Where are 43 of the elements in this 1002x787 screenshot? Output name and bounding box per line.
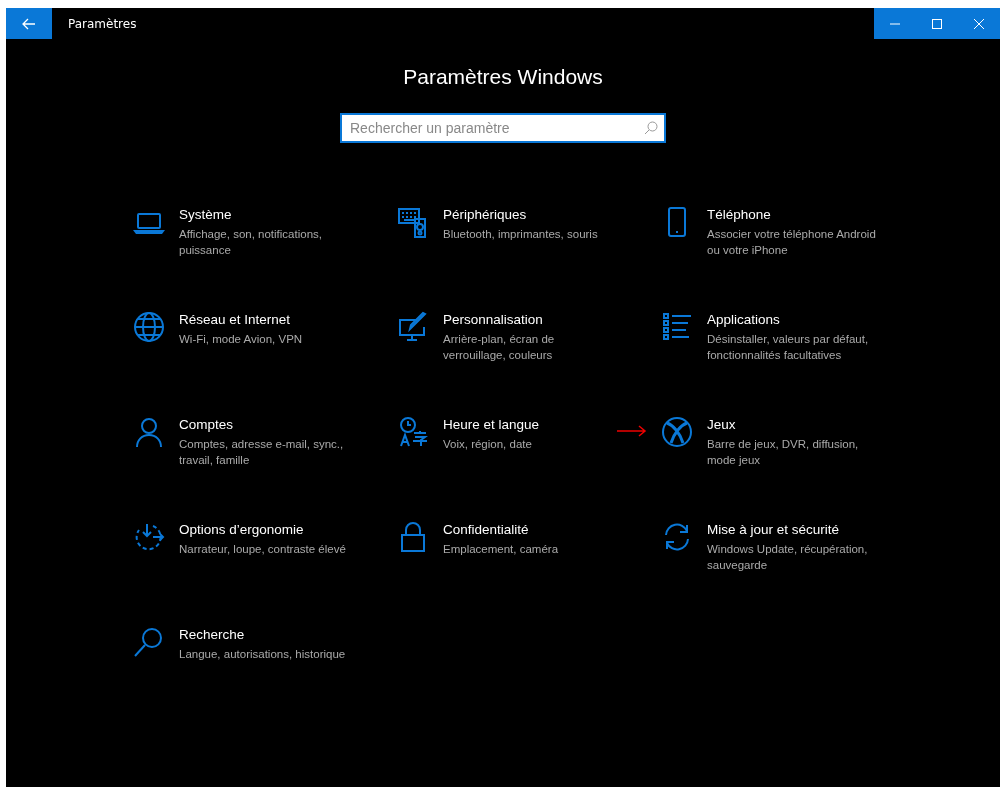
accessibility-icon: [133, 521, 165, 553]
category-description: Associer votre téléphone Android ou votre iPhone: [707, 227, 877, 258]
category-title[interactable]: Applications: [707, 312, 882, 327]
globe-icon: [133, 311, 165, 343]
category-description: Désinstaller, valeurs par défaut, fonctionnalités facultatives: [707, 332, 870, 363]
monitor-brush-icon: [397, 311, 429, 343]
category-title[interactable]: Recherche: [179, 627, 354, 642]
page-heading: Paramètres Windows: [402, 65, 604, 89]
window-title: Paramètres: [68, 16, 138, 31]
category-title[interactable]: Périphériques: [443, 207, 618, 222]
category-title[interactable]: Personnalisation: [443, 312, 618, 327]
category-description: Bluetooth, imprimantes, souris: [443, 227, 599, 242]
category-description: Narrateur, loupe, contraste élevé: [179, 542, 347, 557]
list-icon: [661, 311, 693, 343]
category-description: Voix, région, date: [443, 437, 533, 452]
search-icon: [644, 121, 658, 135]
category-title[interactable]: Confidentialité: [443, 522, 618, 537]
category-title[interactable]: Jeux: [707, 417, 882, 432]
category-title[interactable]: Comptes: [179, 417, 354, 432]
category-description: Comptes, adresse e-mail, sync., travail, famille: [179, 437, 345, 468]
category-description: Windows Update, récupération, sauvegarde: [707, 542, 869, 573]
category-title[interactable]: Heure et langue: [443, 417, 618, 432]
category-title[interactable]: Mise à jour et sécurité: [707, 522, 882, 537]
category-description: Barre de jeux, DVR, diffusion, mode jeux: [707, 437, 860, 468]
category-description: Langue, autorisations, historique: [179, 647, 347, 662]
category-title[interactable]: Téléphone: [707, 207, 882, 222]
arrow-left-icon: [22, 17, 36, 30]
category-description: Arrière-plan, écran de verrouillage, couleurs: [443, 332, 556, 363]
search-icon: [133, 626, 165, 658]
keyboard-speaker-icon: [397, 206, 429, 238]
maximize-icon: [932, 18, 942, 29]
close-icon: [974, 18, 984, 29]
search-field[interactable]: Rechercher un paramètre: [340, 113, 666, 143]
category-title[interactable]: Réseau et Internet: [179, 312, 354, 327]
person-icon: [133, 416, 165, 448]
category-title[interactable]: Système: [179, 207, 354, 222]
category-description: Emplacement, caméra: [443, 542, 560, 557]
category-title[interactable]: Options d’ergonomie: [179, 522, 354, 537]
clock-letters-icon: [397, 416, 429, 448]
category-description: Affichage, son, notifications, puissance: [179, 227, 323, 258]
category-description: Wi-Fi, mode Avion, VPN: [179, 332, 304, 347]
xbox-icon: [661, 416, 693, 448]
back-button[interactable]: [6, 8, 52, 39]
